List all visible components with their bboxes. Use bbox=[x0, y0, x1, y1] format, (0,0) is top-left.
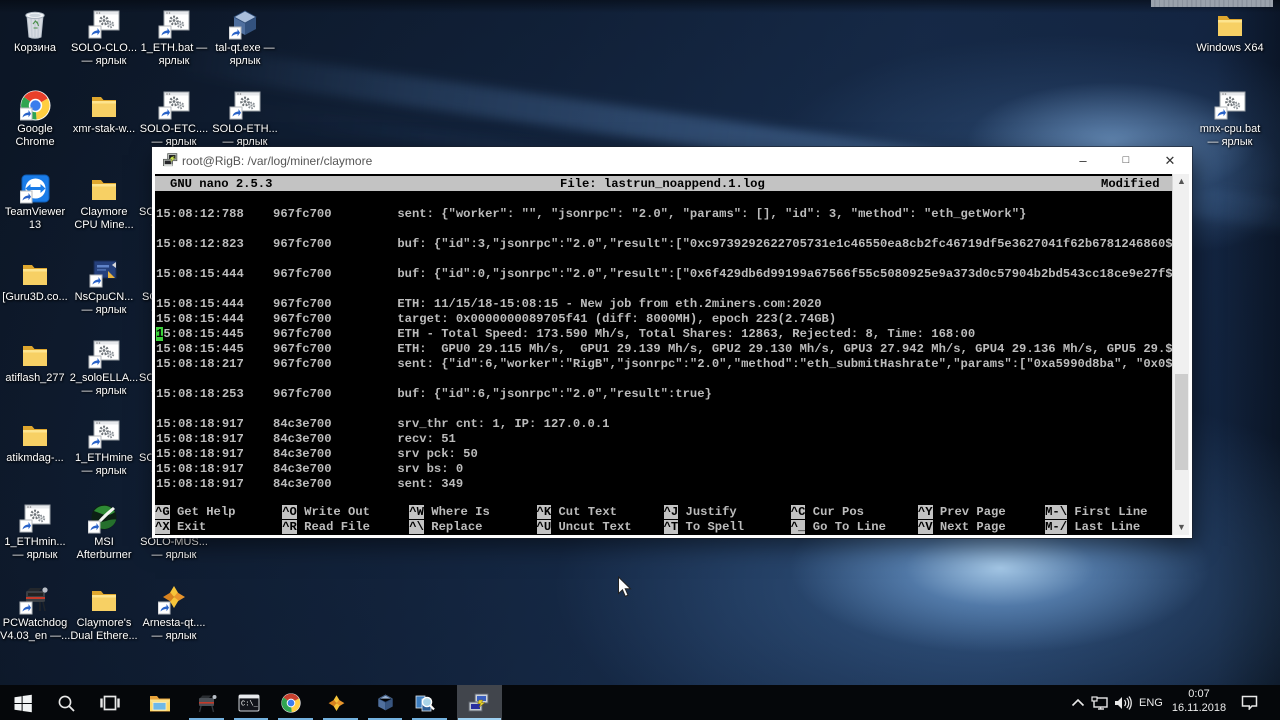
svg-text:C:\_: C:\_ bbox=[241, 701, 259, 709]
